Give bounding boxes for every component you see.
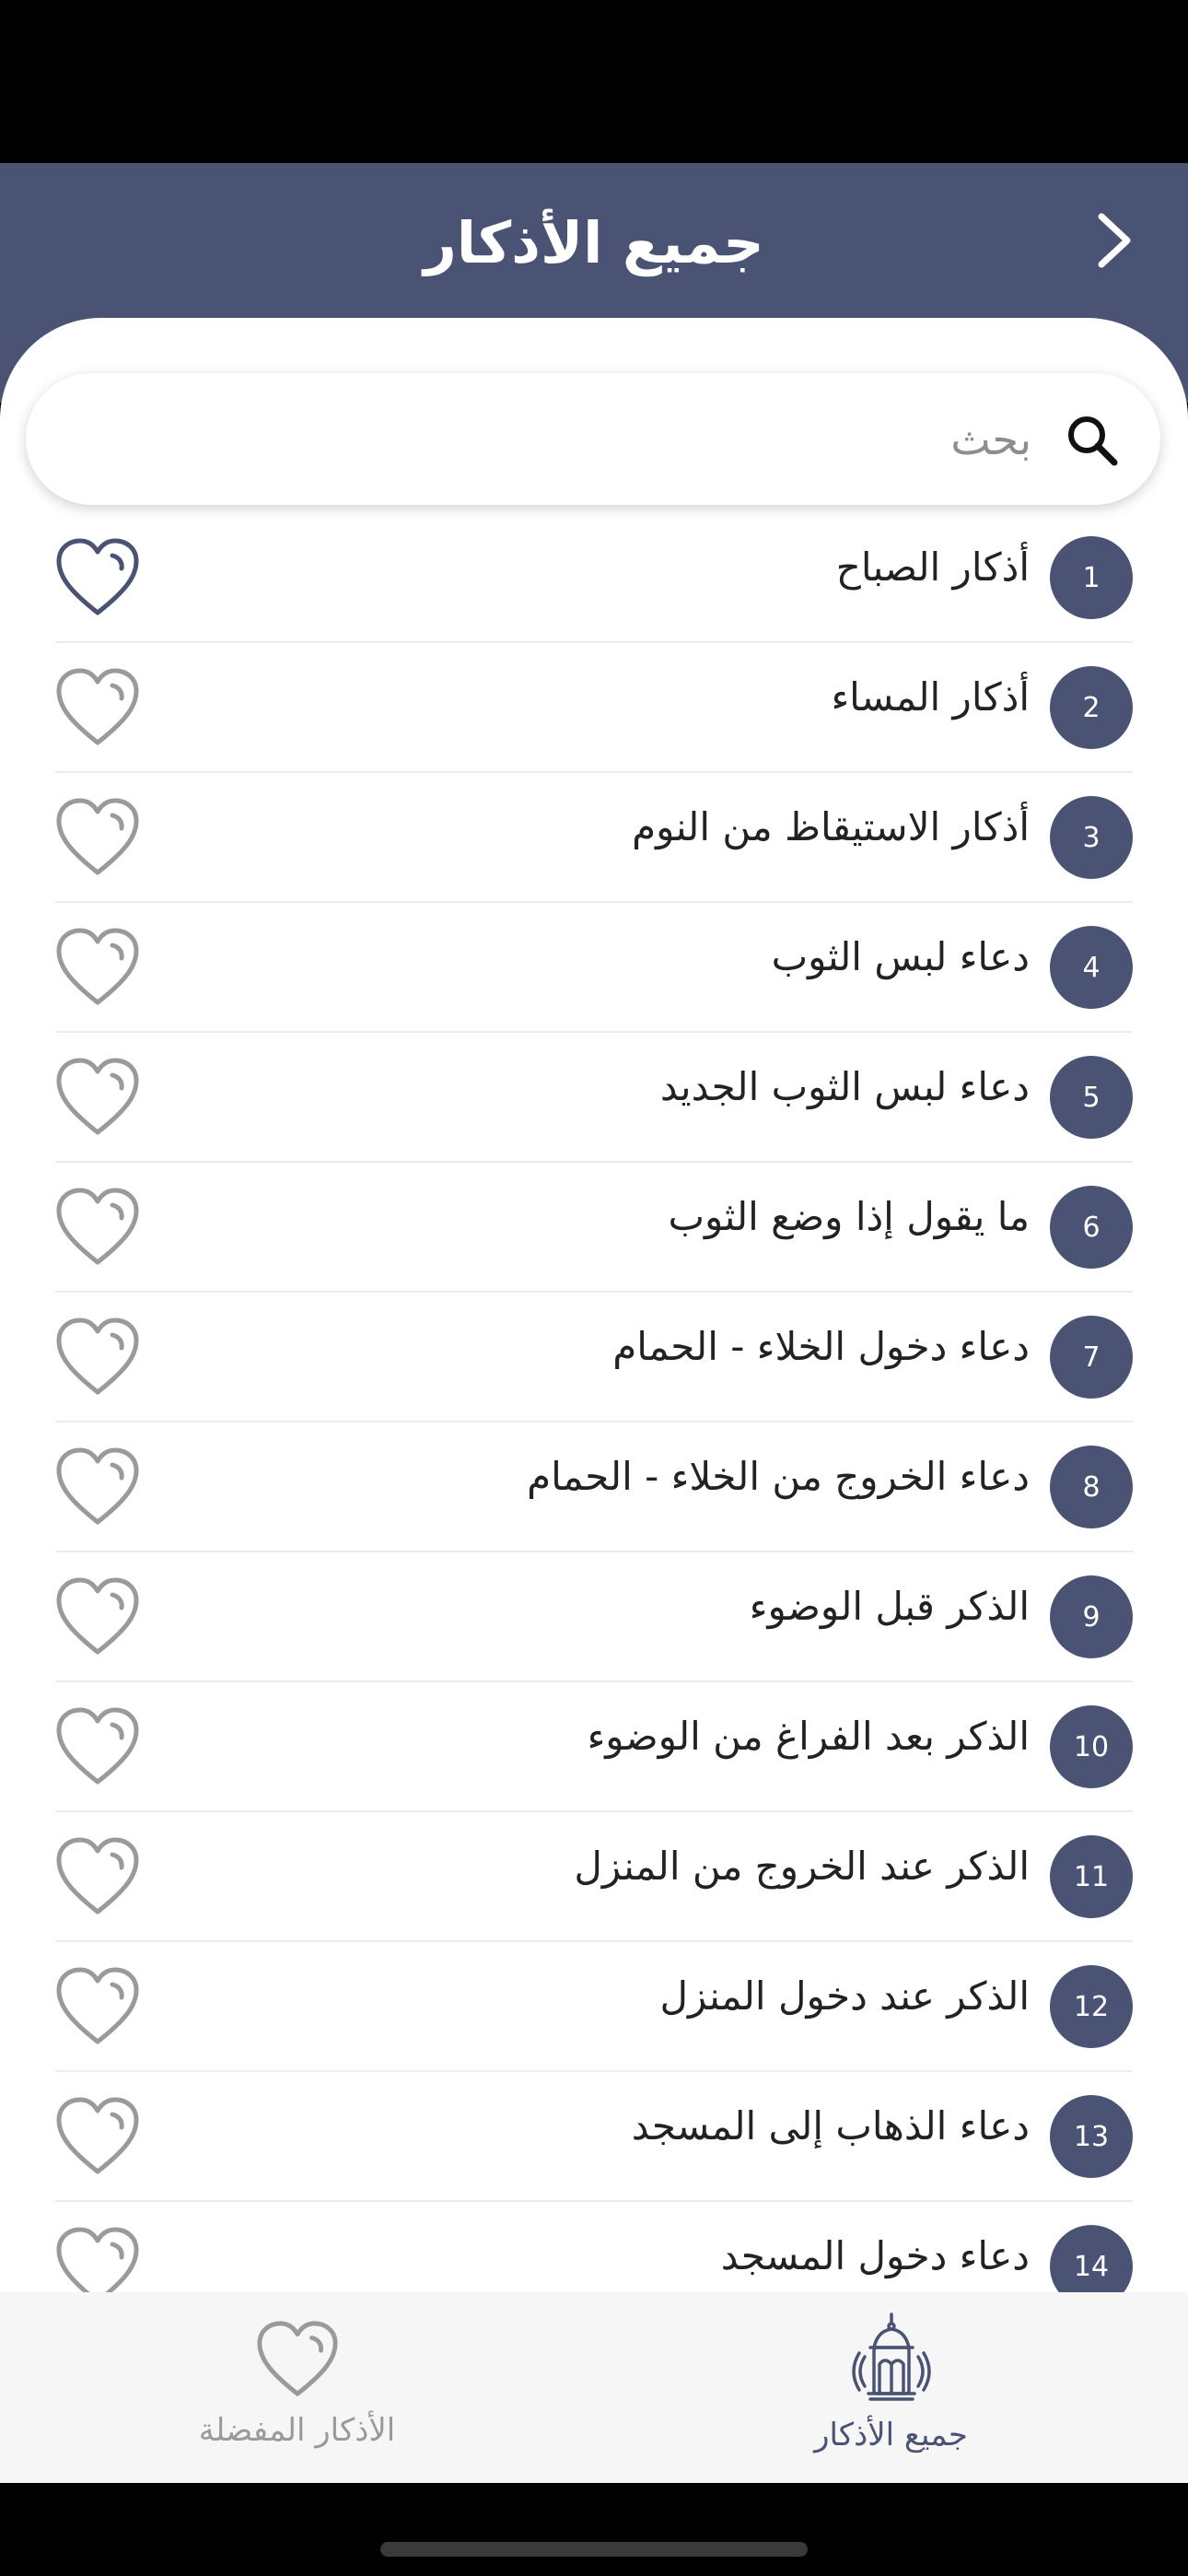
heart-icon — [256, 2321, 338, 2396]
list-item[interactable]: 11 الذكر عند الخروج من المنزل — [0, 1812, 1188, 1942]
search-icon — [1068, 416, 1118, 466]
favorite-heart-icon[interactable] — [53, 2224, 142, 2299]
azkar-list: 1 أذكار الصباح 2 أذكار المساء 3 أذكار الاستيق… — [0, 513, 1188, 2299]
item-number-badge: 10 — [1050, 1705, 1133, 1788]
tab-all-azkar[interactable]: جميع الأذكار — [594, 2292, 1188, 2483]
item-title: الذكر بعد الفراغ من الوضوء — [587, 1714, 1030, 1759]
favorite-heart-icon[interactable] — [53, 665, 142, 750]
item-title: دعاء الذهاب إلى المسجد — [631, 2103, 1030, 2149]
content-panel: 1 أذكار الصباح 2 أذكار المساء 3 أذكار الاستيق… — [0, 318, 1188, 2299]
item-number-badge: 13 — [1050, 2095, 1133, 2178]
item-title: أذكار الصباح — [835, 544, 1030, 590]
list-item[interactable]: 8 دعاء الخروج من الخلاء - الحمام — [0, 1423, 1188, 1552]
list-item[interactable]: 2 أذكار المساء — [0, 643, 1188, 773]
back-button[interactable] — [1077, 204, 1151, 277]
list-item[interactable]: 1 أذكار الصباح — [0, 513, 1188, 643]
list-item[interactable]: 12 الذكر عند دخول المنزل — [0, 1942, 1188, 2072]
item-title: دعاء لبس الثوب الجديد — [659, 1064, 1030, 1109]
favorite-heart-icon[interactable] — [53, 1575, 142, 1659]
list-item[interactable]: 4 دعاء لبس الثوب — [0, 903, 1188, 1033]
item-number-badge: 12 — [1050, 1965, 1133, 2048]
list-item[interactable]: 7 دعاء دخول الخلاء - الحمام — [0, 1293, 1188, 1423]
home-bar — [0, 2483, 1188, 2576]
favorite-heart-icon[interactable] — [53, 925, 142, 1010]
item-number-badge: 4 — [1050, 926, 1133, 1009]
favorite-heart-icon[interactable] — [53, 1445, 142, 1529]
favorite-heart-icon[interactable] — [53, 2094, 142, 2179]
list-item[interactable]: 5 دعاء لبس الثوب الجديد — [0, 1033, 1188, 1163]
favorite-heart-icon[interactable] — [53, 1964, 142, 2049]
tab-favorites-label: الأذكار المفضلة — [198, 2412, 396, 2449]
tab-bar: جميع الأذكار الأذكار المفضلة — [0, 2292, 1188, 2483]
item-title: دعاء دخول الخلاء - الحمام — [612, 1324, 1030, 1369]
list-item[interactable]: 14 دعاء دخول المسجد — [0, 2202, 1188, 2299]
page-title: جميع الأذكار — [424, 209, 764, 276]
favorite-heart-icon[interactable] — [53, 1055, 142, 1140]
list-item[interactable]: 6 ما يقول إذا وضع الثوب — [0, 1163, 1188, 1293]
item-title: أذكار الاستيقاظ من النوم — [632, 804, 1030, 849]
favorite-heart-icon[interactable] — [53, 535, 142, 620]
search-input[interactable] — [63, 401, 1031, 478]
list-item[interactable]: 3 أذكار الاستيقاظ من النوم — [0, 773, 1188, 903]
status-bar — [0, 0, 1188, 163]
list-item[interactable]: 9 الذكر قبل الوضوء — [0, 1552, 1188, 1682]
item-number-badge: 8 — [1050, 1446, 1133, 1528]
list-item[interactable]: 10 الذكر بعد الفراغ من الوضوء — [0, 1682, 1188, 1812]
list-item[interactable]: 13 دعاء الذهاب إلى المسجد — [0, 2072, 1188, 2202]
item-title: ما يقول إذا وضع الثوب — [668, 1194, 1030, 1239]
item-title: أذكار المساء — [831, 674, 1030, 720]
item-number-badge: 3 — [1050, 796, 1133, 879]
item-number-badge: 9 — [1050, 1575, 1133, 1658]
tab-favorites[interactable]: الأذكار المفضلة — [0, 2292, 594, 2483]
search-bar — [26, 373, 1160, 505]
item-number-badge: 14 — [1050, 2225, 1133, 2299]
item-number-badge: 11 — [1050, 1835, 1133, 1918]
item-title: الذكر عند دخول المنزل — [659, 1973, 1030, 2019]
item-number-badge: 1 — [1050, 536, 1133, 619]
item-title: دعاء لبس الثوب — [771, 934, 1030, 979]
item-title: دعاء دخول المسجد — [720, 2233, 1030, 2278]
item-number-badge: 7 — [1050, 1316, 1133, 1399]
lantern-icon — [851, 2313, 931, 2401]
home-indicator — [380, 2542, 808, 2557]
chevron-right-icon — [1098, 213, 1131, 268]
item-title: الذكر قبل الوضوء — [749, 1584, 1030, 1629]
item-number-badge: 2 — [1050, 666, 1133, 749]
tab-all-label: جميع الأذكار — [814, 2417, 968, 2453]
favorite-heart-icon[interactable] — [53, 795, 142, 880]
favorite-heart-icon[interactable] — [53, 1704, 142, 1789]
favorite-heart-icon[interactable] — [53, 1834, 142, 1919]
item-title: الذكر عند الخروج من المنزل — [574, 1844, 1030, 1889]
item-number-badge: 5 — [1050, 1056, 1133, 1139]
item-number-badge: 6 — [1050, 1186, 1133, 1269]
item-title: دعاء الخروج من الخلاء - الحمام — [527, 1454, 1030, 1499]
favorite-heart-icon[interactable] — [53, 1185, 142, 1270]
favorite-heart-icon[interactable] — [53, 1315, 142, 1399]
